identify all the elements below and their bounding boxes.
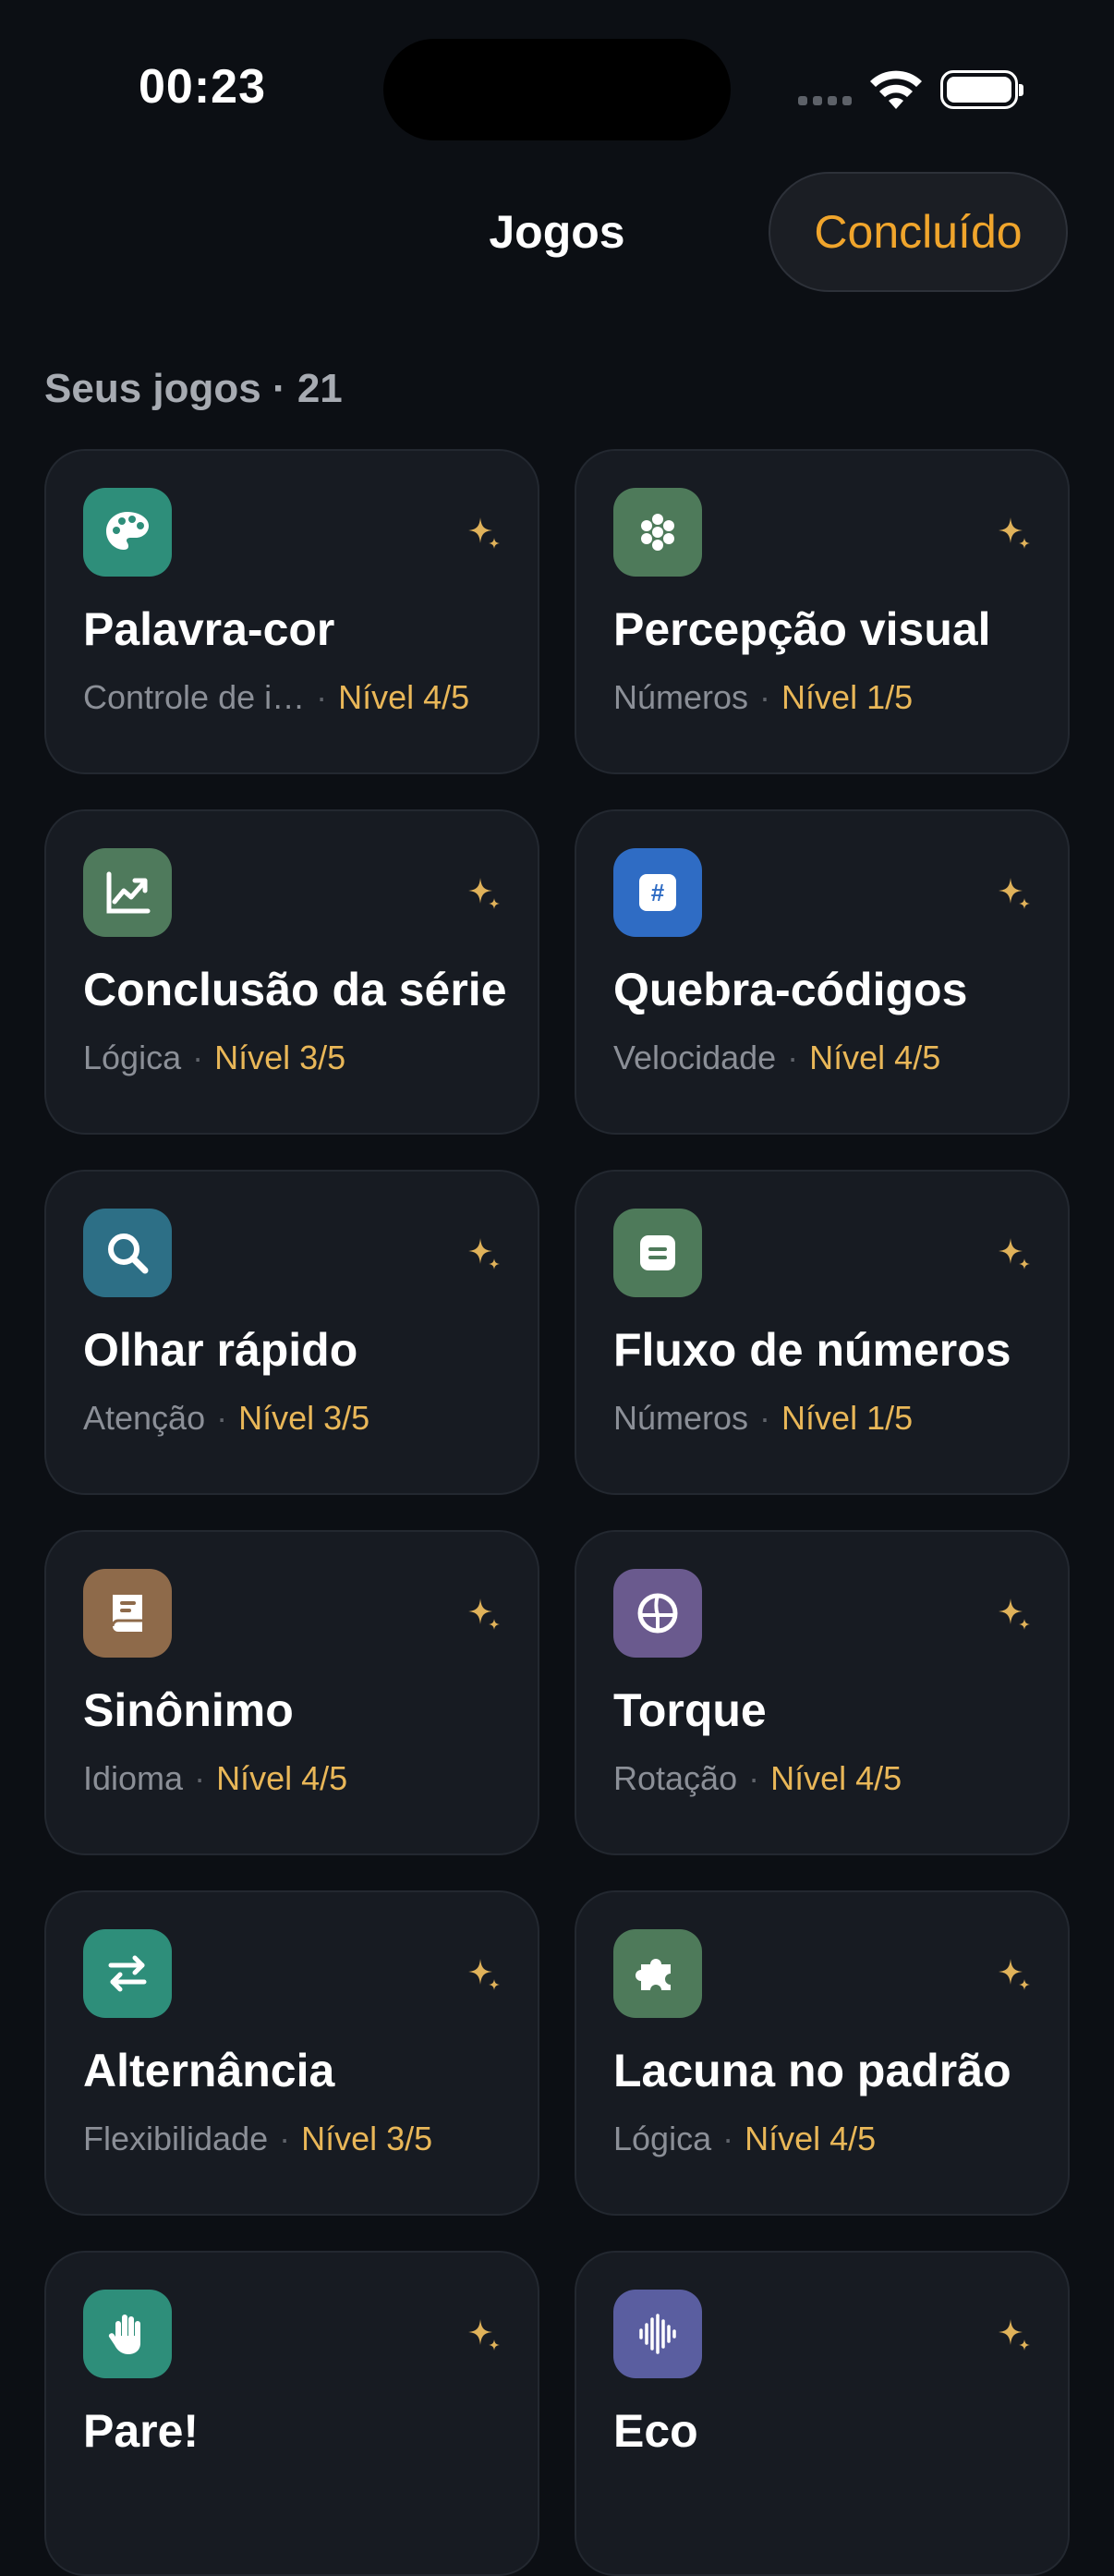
sparkle-icon[interactable] xyxy=(994,514,1033,553)
game-card[interactable]: Percepção visual Números · Nível 1/5 xyxy=(575,449,1070,774)
section-label: Seus jogos · 21 xyxy=(44,366,343,411)
sparkle-icon[interactable] xyxy=(464,874,503,913)
separator-dot: · xyxy=(748,1759,760,1797)
game-card[interactable]: # Quebra-códigos Velocidade · Nível 4/5 xyxy=(575,809,1070,1135)
game-category: Velocidade xyxy=(613,1039,777,1076)
game-card[interactable]: Conclusão da série Lógica · Nível 3/5 xyxy=(44,809,539,1135)
game-category: Flexibilidade xyxy=(83,2120,269,2157)
status-bar: 00:23 xyxy=(0,0,1114,176)
game-title: Palavra-cor xyxy=(83,603,335,655)
game-card[interactable]: Eco xyxy=(575,2251,1070,2576)
sparkle-icon[interactable] xyxy=(994,1234,1033,1273)
sparkle-icon[interactable] xyxy=(994,2315,1033,2354)
game-title: Percepção visual xyxy=(613,603,991,655)
chart-trend-icon xyxy=(83,848,172,937)
games-grid: Palavra-cor Controle de i… · Nível 4/5 Perce… xyxy=(44,449,1070,2576)
game-title: Eco xyxy=(613,2405,698,2457)
separator-dot: · xyxy=(216,1399,228,1437)
game-card[interactable]: Sinônimo Idioma · Nível 4/5 xyxy=(44,1530,539,1855)
game-category: Idioma xyxy=(83,1759,184,1797)
game-title: Alternância xyxy=(83,2045,335,2096)
separator-dot: · xyxy=(194,1759,206,1797)
game-category: Números xyxy=(613,678,749,716)
game-meta: Números · Nível 1/5 xyxy=(613,678,913,717)
game-card[interactable]: Pare! xyxy=(44,2251,539,2576)
done-button[interactable]: Concluído xyxy=(769,172,1068,292)
game-meta: Flexibilidade · Nível 3/5 xyxy=(83,2120,432,2158)
game-meta: Atenção · Nível 3/5 xyxy=(83,1399,369,1438)
separator-dot: · xyxy=(759,678,771,716)
game-title: Olhar rápido xyxy=(83,1324,358,1376)
sparkle-icon[interactable] xyxy=(994,874,1033,913)
cellular-signal-icon xyxy=(798,96,852,105)
separator-dot: · xyxy=(759,1399,771,1437)
game-title: Sinônimo xyxy=(83,1684,294,1736)
game-level: Nível 4/5 xyxy=(338,678,470,716)
game-title: Torque xyxy=(613,1684,767,1736)
sparkle-icon[interactable] xyxy=(994,1595,1033,1634)
game-meta: Lógica · Nível 4/5 xyxy=(613,2120,876,2158)
game-card[interactable]: Olhar rápido Atenção · Nível 3/5 xyxy=(44,1170,539,1495)
game-category: Rotação xyxy=(613,1759,738,1797)
game-level: Nível 3/5 xyxy=(301,2120,433,2157)
game-meta: Rotação · Nível 4/5 xyxy=(613,1759,902,1798)
rotation-icon xyxy=(613,1569,702,1658)
separator-dot: · xyxy=(722,2120,734,2157)
game-meta: Lógica · Nível 3/5 xyxy=(83,1039,345,1077)
game-card[interactable]: Torque Rotação · Nível 4/5 xyxy=(575,1530,1070,1855)
separator-dot: · xyxy=(787,1039,799,1076)
sparkle-icon[interactable] xyxy=(464,1234,503,1273)
hashtag-icon: # xyxy=(613,848,702,937)
waveform-icon xyxy=(613,2290,702,2378)
magnifier-icon xyxy=(83,1209,172,1297)
sparkle-icon[interactable] xyxy=(464,2315,503,2354)
game-level: Nível 1/5 xyxy=(781,678,914,716)
wifi-icon xyxy=(870,70,922,109)
game-title: Fluxo de números xyxy=(613,1324,1011,1376)
palette-icon xyxy=(83,488,172,577)
sparkle-icon[interactable] xyxy=(464,514,503,553)
game-card[interactable]: Fluxo de números Números · Nível 1/5 xyxy=(575,1170,1070,1495)
status-time: 00:23 xyxy=(139,60,266,114)
game-meta: Velocidade · Nível 4/5 xyxy=(613,1039,940,1077)
sparkle-icon[interactable] xyxy=(994,1955,1033,1994)
separator-dot: · xyxy=(316,678,328,716)
game-title: Quebra-códigos xyxy=(613,964,968,1015)
battery-icon xyxy=(940,70,1023,109)
game-level: Nível 4/5 xyxy=(770,1759,902,1797)
game-category: Lógica xyxy=(83,1039,182,1076)
game-category: Números xyxy=(613,1399,749,1437)
book-icon xyxy=(83,1569,172,1658)
game-meta: Idioma · Nível 4/5 xyxy=(83,1759,347,1798)
game-card[interactable]: Alternância Flexibilidade · Nível 3/5 xyxy=(44,1890,539,2216)
game-level: Nível 3/5 xyxy=(238,1399,370,1437)
puzzle-icon xyxy=(613,1929,702,2018)
hand-icon xyxy=(83,2290,172,2378)
document-icon xyxy=(613,1209,702,1297)
sparkle-icon[interactable] xyxy=(464,1595,503,1634)
game-level: Nível 4/5 xyxy=(745,2120,877,2157)
dots-cluster-icon xyxy=(613,488,702,577)
svg-text:#: # xyxy=(651,879,665,906)
game-level: Nível 1/5 xyxy=(781,1399,914,1437)
game-card[interactable]: Palavra-cor Controle de i… · Nível 4/5 xyxy=(44,449,539,774)
game-meta: Números · Nível 1/5 xyxy=(613,1399,913,1438)
game-category: Lógica xyxy=(613,2120,712,2157)
game-title: Lacuna no padrão xyxy=(613,2045,1011,2096)
game-category: Controle de i… xyxy=(83,678,306,716)
game-title: Conclusão da série xyxy=(83,964,507,1015)
game-category: Atenção xyxy=(83,1399,206,1437)
game-meta: Controle de i… · Nível 4/5 xyxy=(83,678,469,717)
game-level: Nível 4/5 xyxy=(809,1039,941,1076)
arrows-swap-icon xyxy=(83,1929,172,2018)
separator-dot: · xyxy=(192,1039,204,1076)
game-card[interactable]: Lacuna no padrão Lógica · Nível 4/5 xyxy=(575,1890,1070,2216)
game-title: Pare! xyxy=(83,2405,200,2457)
separator-dot: · xyxy=(279,2120,291,2157)
game-level: Nível 3/5 xyxy=(214,1039,346,1076)
game-level: Nível 4/5 xyxy=(216,1759,348,1797)
dynamic-island xyxy=(383,39,731,140)
sparkle-icon[interactable] xyxy=(464,1955,503,1994)
